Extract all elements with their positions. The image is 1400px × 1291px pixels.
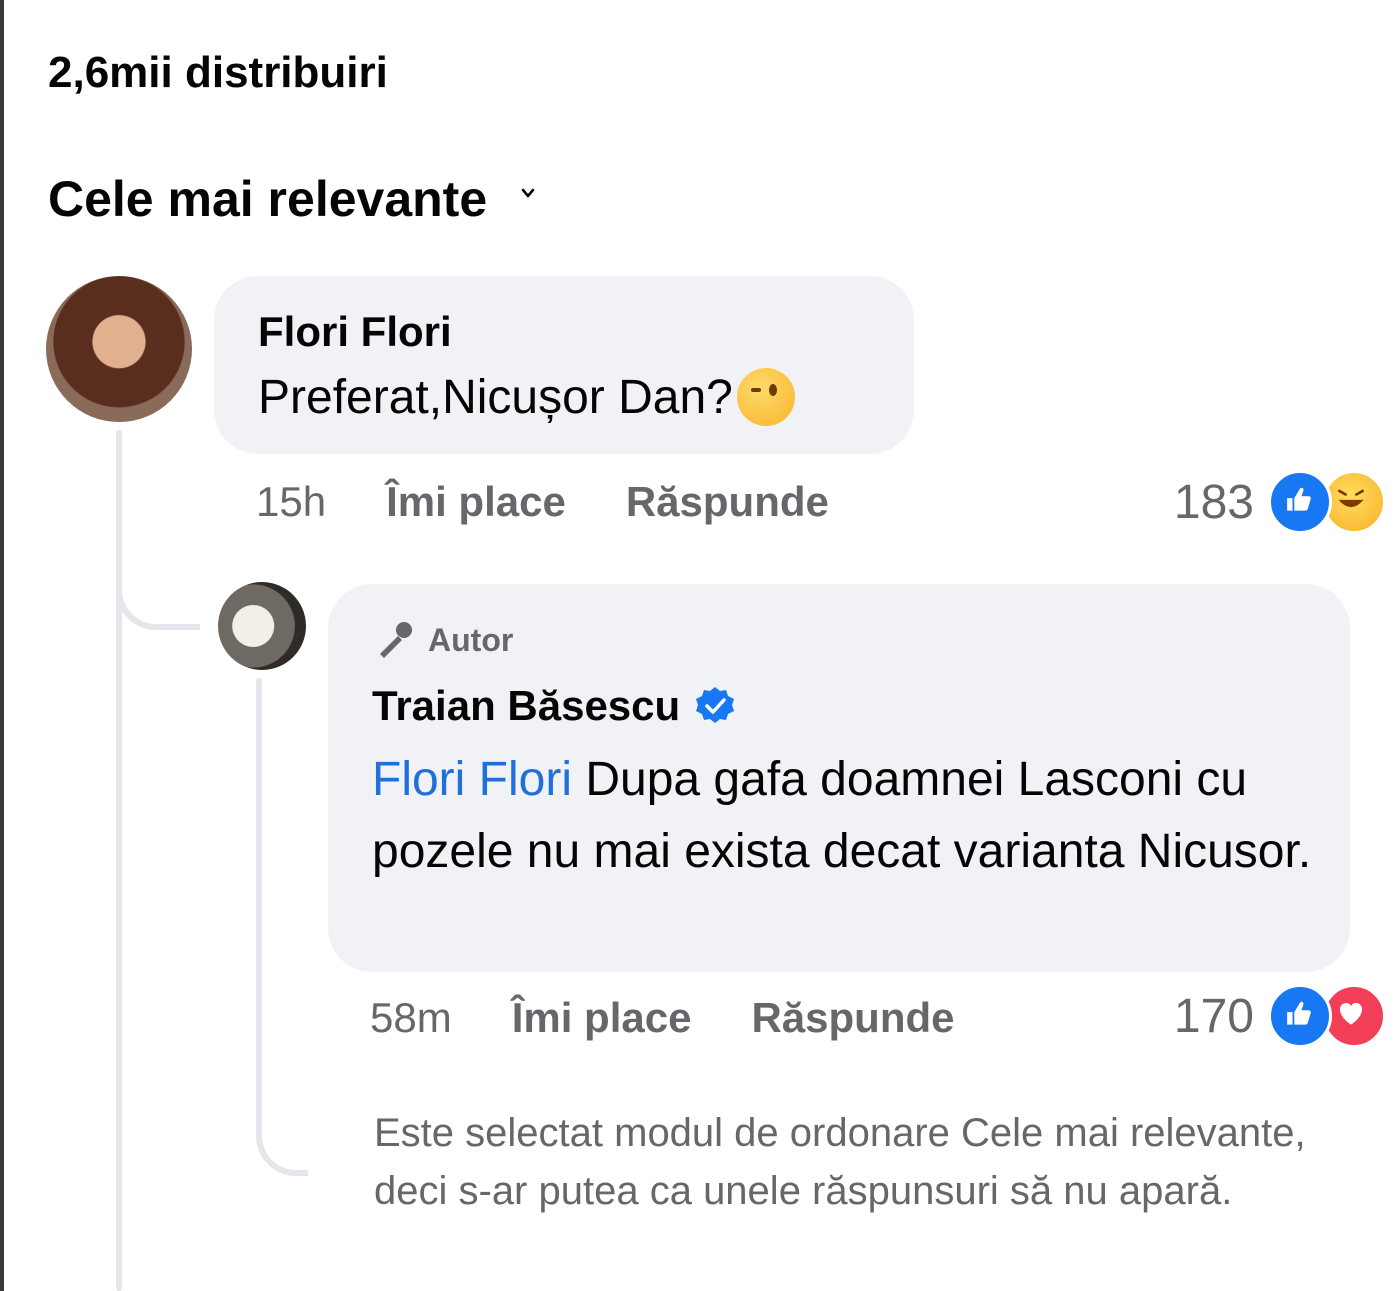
mention-link[interactable]: Flori Flori [372,753,572,806]
reply-like-button[interactable]: Îmi place [512,994,692,1042]
reply-time[interactable]: 58m [370,994,452,1042]
reply-reaction-count: 170 [1173,989,1254,1043]
reply-reactions[interactable]: 170 [1174,984,1386,1048]
author-badge-label: Autor [428,621,514,658]
comment-reactions[interactable]: 183 [1174,470,1386,534]
sort-label: Cele mai relevante [48,171,488,227]
shares-count[interactable]: 2,6mii distribuiri [48,48,388,98]
reply-reply-button[interactable]: Răspunde [751,994,954,1042]
chevron-down-icon [521,188,535,198]
verified-badge-icon [696,687,735,723]
like-icon [1268,470,1332,534]
reply-thread-connector [256,1090,308,1176]
thread-connector [116,560,200,630]
avatar-traian[interactable] [218,582,306,670]
comment-text: Preferat,Nicușor Dan? [258,368,795,426]
reply-author-name: Traian Băsescu [372,682,681,729]
like-icon [1268,984,1332,1048]
reply-bubble: Autor Traian Băsescu Flori Flori Dupa ga… [328,584,1350,972]
sorting-notice: Este selectat modul de ordonare Cele mai… [374,1111,1306,1213]
author-badge: Autor [372,618,513,662]
microphone-icon [380,622,412,658]
reaction-count: 183 [1173,475,1254,529]
wink-emoji-icon [736,368,795,426]
reply-button[interactable]: Răspunde [626,478,829,526]
comment-actions: 15h Îmi place Răspunde [256,478,889,526]
avatar-flori[interactable] [46,276,192,422]
reply-thread-line [256,678,262,1098]
like-button[interactable]: Îmi place [386,478,566,526]
sort-dropdown[interactable]: Cele mai relevante [48,170,535,228]
comment-bubble: Flori Flori Preferat,Nicușor Dan? [214,276,914,454]
comment-author[interactable]: Flori Flori [258,308,452,356]
reply-actions: 58m Îmi place Răspunde [370,994,1015,1042]
comment-time[interactable]: 15h [256,478,326,526]
left-border [0,0,4,1291]
comment-text-content: Preferat,Nicușor Dan? [258,370,733,424]
reply-text: Flori Flori Dupa gafa doamnei Lasconi cu… [372,744,1332,888]
reply-author[interactable]: Traian Băsescu [372,682,736,730]
